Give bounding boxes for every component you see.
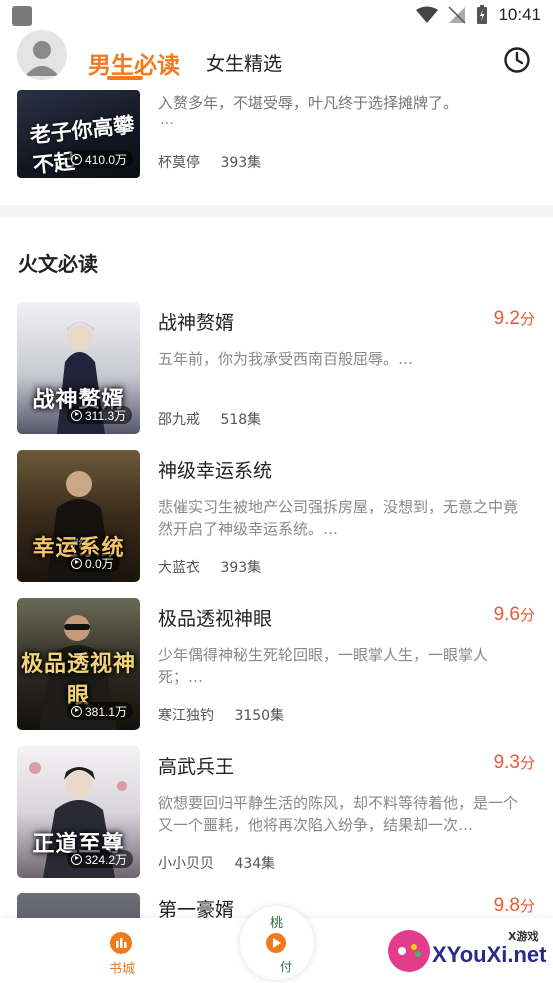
book-score: 9.2分 <box>494 308 535 330</box>
book-author: 杯莫停 <box>158 155 200 171</box>
score-unit: 分 <box>519 754 535 772</box>
play-icon <box>71 153 82 165</box>
book-cover-title: 极品透视神眼 <box>21 652 137 709</box>
book-score: 9.6分 <box>494 604 535 626</box>
play-icon <box>71 409 82 421</box>
views-badge: 0.0万 <box>67 554 120 572</box>
center-play-button[interactable]: 桃 付 <box>240 906 314 980</box>
book-cover[interactable]: 战神赘婿 311.3万 <box>17 302 140 434</box>
book-description: 悲催实习生被地产公司强拆房屋，没想到，无意之中竟然开启了神级幸运系统。… <box>158 498 518 538</box>
views-count: 324.2万 <box>85 852 128 867</box>
book-episodes: 393集 <box>220 560 262 576</box>
book-title[interactable]: 极品透视神眼 <box>158 604 272 631</box>
nav-bookstore-label[interactable]: 书城 <box>109 958 135 977</box>
gamepad-logo-icon <box>388 930 430 972</box>
signal-icon <box>448 6 466 24</box>
views-badge: 410.0万 <box>67 150 134 168</box>
play-icon <box>71 705 82 717</box>
bookstore-icon[interactable] <box>110 932 132 954</box>
book-description: 少年偶得神秘生死轮回眼，一眼掌人生，一眼掌人死；… <box>158 646 489 686</box>
book-title[interactable]: 高武兵王 <box>158 752 234 779</box>
views-badge: 311.3万 <box>67 406 133 424</box>
tab-female-picks[interactable]: 女生精选 <box>206 49 282 76</box>
score-unit: 分 <box>519 606 535 624</box>
score-value: 9.8 <box>493 895 520 916</box>
play-icon <box>71 557 82 569</box>
views-count: 311.3万 <box>85 408 127 423</box>
book-author: 邵九戒 <box>158 412 200 428</box>
status-time: 10:41 <box>498 5 541 24</box>
active-tab-indicator <box>107 76 143 80</box>
score-unit: 分 <box>519 897 535 915</box>
book-meta: 大蓝衣 393集 <box>158 557 261 577</box>
wifi-icon <box>416 6 439 23</box>
book-cover[interactable]: 极品透视神眼 381.1万 <box>17 598 140 730</box>
book-author: 小小贝贝 <box>158 856 214 872</box>
top-book-meta: 杯莫停 393集 <box>158 152 261 172</box>
book-meta: 小小贝贝 434集 <box>158 853 275 873</box>
book-item[interactable]: 正道至尊 324.2万 高武兵王 9.3分 欲想要回归平静生活的陈风，却不料等待… <box>0 746 553 878</box>
book-score: 9.3分 <box>494 752 535 774</box>
book-meta: 寒江独钓 3150集 <box>158 705 284 725</box>
book-title[interactable]: 神级幸运系统 <box>158 456 272 483</box>
tab-male-picks[interactable]: 男生必读 <box>88 46 180 80</box>
section-title: 火文必读 <box>18 252 98 276</box>
views-badge: 381.1万 <box>67 702 134 720</box>
book-description: 欲想要回归平静生活的陈风，却不料等待着他，是一个又一个噩耗，他将再次陷入纷争，结… <box>158 794 518 834</box>
book-description: 五年前，你为我承受西南百般屈辱。… <box>158 350 414 368</box>
book-author: 寒江独钓 <box>158 708 214 724</box>
book-author: 大蓝衣 <box>158 560 200 576</box>
top-book-description: 入赘多年，不堪受辱，叶凡终于选择摊牌了。 <box>158 94 459 112</box>
views-count: 410.0万 <box>85 152 128 167</box>
status-icons: 10:41 <box>416 5 541 25</box>
top-header: 男生必读 女生精选 <box>0 30 553 90</box>
play-icon <box>266 933 286 953</box>
user-icon <box>25 41 59 76</box>
avatar[interactable] <box>17 30 67 80</box>
watermark-text: XYouXi.net <box>432 942 547 967</box>
book-cover[interactable]: 正道至尊 324.2万 <box>17 746 140 878</box>
top-book-ellipsis: … <box>160 112 174 128</box>
book-cover[interactable]: 神级 幸运系统 0.0万 <box>17 450 140 582</box>
book-item[interactable]: 战神赘婿 311.3万 战神赘婿 9.2分 五年前，你为我承受西南百般屈辱。… … <box>0 302 553 434</box>
score-value: 9.2 <box>493 308 520 329</box>
book-item[interactable]: 极品透视神眼 381.1万 极品透视神眼 9.6分 少年偶得神秘生死轮回眼，一眼… <box>0 598 553 730</box>
center-scribble-bottom: 付 <box>280 960 293 974</box>
bookstore-bars-icon <box>116 938 127 948</box>
views-badge: 324.2万 <box>67 850 134 868</box>
book-episodes: 3150集 <box>234 708 285 724</box>
site-watermark: X游戏 XYouXi.net <box>388 928 548 978</box>
views-count: 0.0万 <box>85 556 114 571</box>
top-book-cover[interactable]: 老子你高攀不起 410.0万 <box>17 90 140 178</box>
book-episodes: 518集 <box>220 412 262 428</box>
book-meta: 邵九戒 518集 <box>158 409 261 429</box>
score-value: 9.3 <box>493 752 520 773</box>
notification-icon <box>12 6 32 26</box>
book-item[interactable]: 神级 幸运系统 0.0万 神级幸运系统 悲催实习生被地产公司强拆房屋，没想到，无… <box>0 450 553 582</box>
book-episodes: 434集 <box>234 856 276 872</box>
section-divider <box>0 205 553 217</box>
center-scribble-top: 桃 <box>270 916 284 931</box>
book-score: 9.8分 <box>494 895 535 917</box>
views-count: 381.1万 <box>85 704 128 719</box>
book-episodes: 393集 <box>220 155 262 171</box>
score-unit: 分 <box>519 310 535 328</box>
status-bar: 10:41 <box>0 0 553 32</box>
book-title[interactable]: 战神赘婿 <box>158 308 234 335</box>
score-value: 9.6 <box>493 604 520 625</box>
history-clock-icon[interactable] <box>503 46 531 74</box>
play-icon <box>71 853 82 865</box>
battery-icon <box>477 5 488 24</box>
